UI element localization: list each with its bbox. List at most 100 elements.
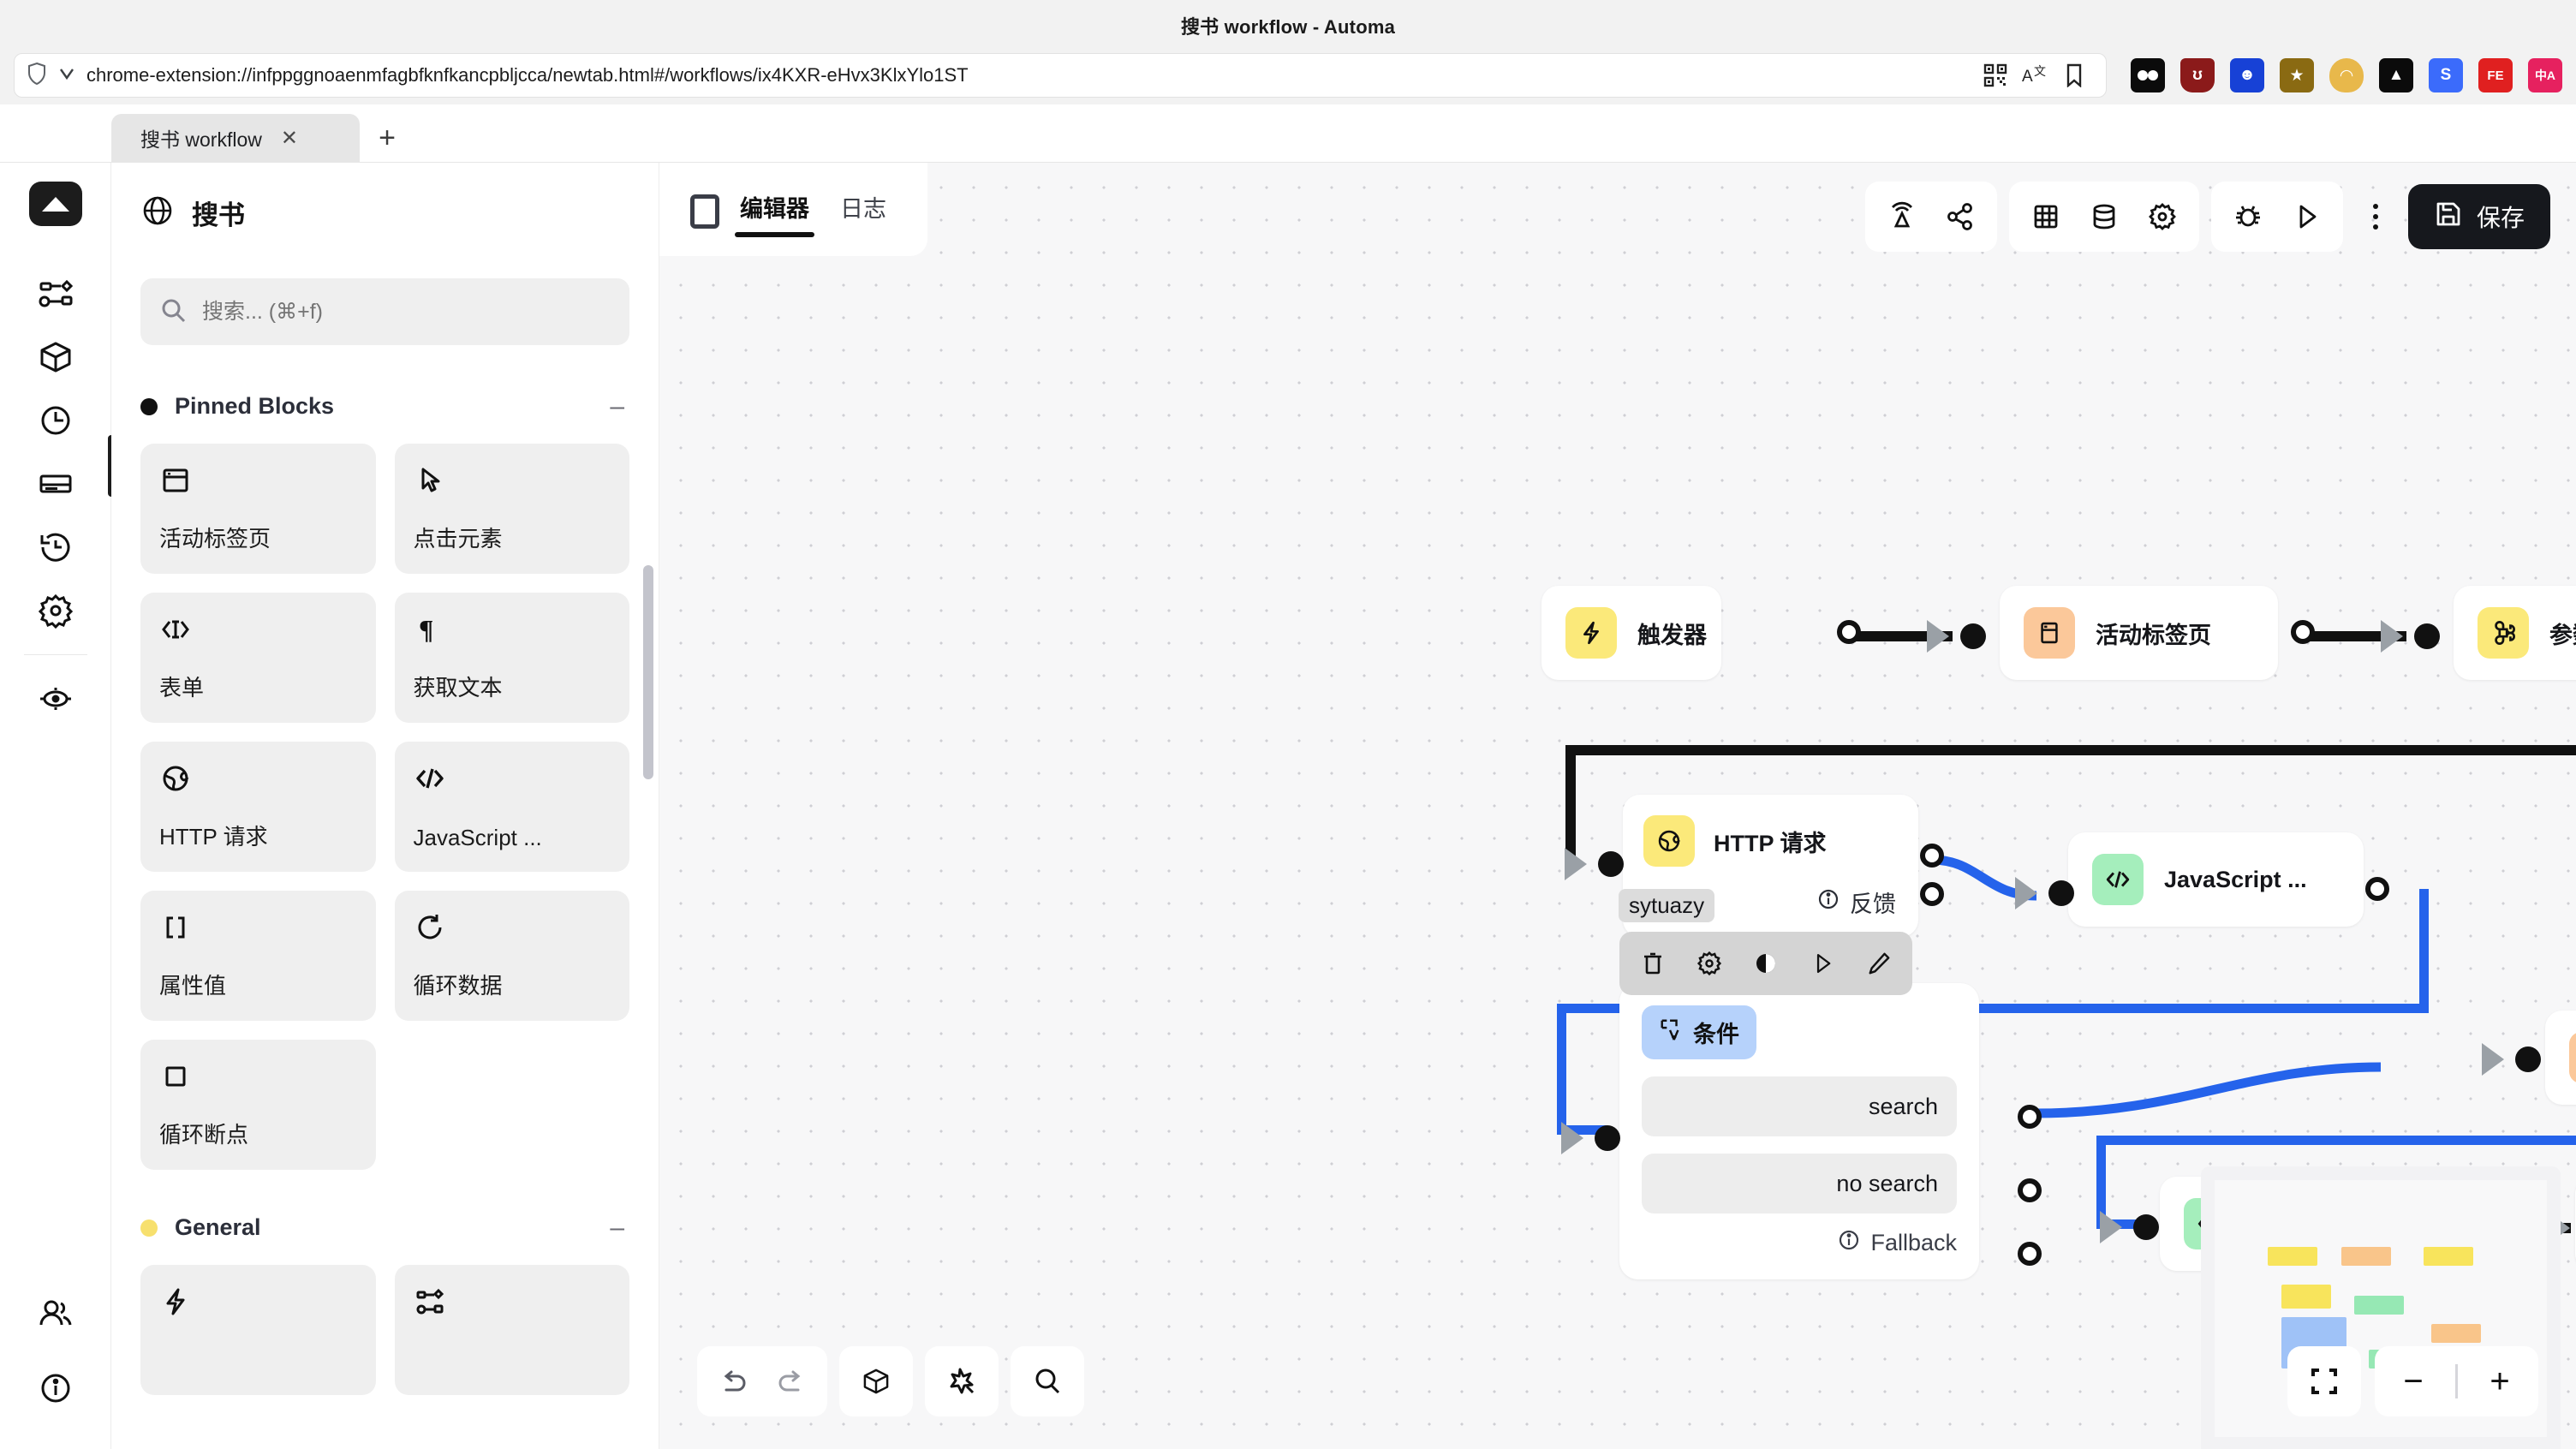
toggle-icon[interactable] <box>1741 939 1791 988</box>
sidebar-item-settings[interactable] <box>25 579 86 642</box>
play-icon[interactable] <box>2280 190 2333 243</box>
zoom-in-button[interactable]: + <box>2473 1355 2526 1408</box>
condition-branch-search[interactable]: search <box>1642 1076 1957 1136</box>
sidebar-item-community[interactable] <box>25 1281 86 1345</box>
pencil-icon[interactable] <box>1854 939 1904 988</box>
automa-extension-icon[interactable]: ▲ <box>2379 58 2413 92</box>
block-http-request[interactable]: HTTP 请求 <box>140 742 376 872</box>
close-icon[interactable]: ✕ <box>281 126 298 151</box>
chevron-down-icon[interactable] <box>57 64 76 87</box>
new-tab-button[interactable]: + <box>363 114 411 162</box>
condition-fallback[interactable]: Fallback <box>1642 1229 1957 1257</box>
handle-cond-in[interactable] <box>1595 1125 1620 1151</box>
handle-cond-out-nosearch[interactable] <box>2018 1178 2042 1202</box>
handle-trigger-out[interactable] <box>1837 620 1861 644</box>
sparkle-icon[interactable] <box>935 1355 988 1408</box>
sidebar-item-storage[interactable] <box>25 452 86 516</box>
qr-code-icon[interactable] <box>1976 56 2015 95</box>
handle-http-out-fallback[interactable] <box>1920 882 1944 906</box>
handle-cond-out-search[interactable] <box>2018 1105 2042 1129</box>
bitwarden-extension-icon[interactable]: ☻ <box>2230 58 2264 92</box>
sidebar-item-packages[interactable] <box>25 325 86 389</box>
panel-toggle-icon[interactable] <box>690 194 719 229</box>
database-icon[interactable] <box>2078 190 2131 243</box>
condition-branch-no-search[interactable]: no search <box>1642 1154 1957 1213</box>
sidebar-item-logs[interactable] <box>25 516 86 579</box>
block-javascript-code[interactable]: JavaScript ... <box>394 742 629 872</box>
search-box[interactable] <box>140 278 629 345</box>
zoom-out-button[interactable]: − <box>2387 1355 2440 1408</box>
automa-logo-icon[interactable] <box>28 182 82 226</box>
node-javascript-code[interactable]: JavaScript ... <box>2068 832 2364 927</box>
translate-icon[interactable]: A文 <box>2015 56 2054 95</box>
block-form[interactable]: 表单 <box>140 593 376 723</box>
bucket-extension-icon[interactable]: ◠ <box>2329 58 2364 92</box>
redo-icon[interactable] <box>764 1355 817 1408</box>
fit-view-icon[interactable] <box>2298 1355 2351 1408</box>
handle-http-out-success[interactable] <box>1920 844 1944 868</box>
more-vertical-icon[interactable] <box>2355 190 2396 243</box>
handle-js-in[interactable] <box>2048 880 2074 906</box>
node-trigger[interactable]: 触发器 <box>1541 586 1721 680</box>
handle-cond-out-fallback[interactable] <box>2018 1242 2042 1266</box>
panel-scrollbar[interactable] <box>643 565 653 779</box>
collapse-icon[interactable]: – <box>610 1215 624 1241</box>
block-trigger[interactable] <box>140 1265 376 1395</box>
sidebar-item-about[interactable] <box>25 1357 86 1420</box>
node-parameter-prompt[interactable]: 参数提示 <box>2454 586 2576 680</box>
svg-text:文: 文 <box>2034 64 2046 78</box>
block-get-text[interactable]: ¶ 获取文本 <box>394 593 629 723</box>
block-group-header-general[interactable]: General – <box>140 1214 629 1241</box>
browser-tab[interactable]: 搜书 workflow ✕ <box>111 114 360 162</box>
handle-http-in[interactable] <box>1598 851 1624 877</box>
handle-activetab-in[interactable] <box>1960 623 1986 649</box>
node-new-tab[interactable]: 新建标签页 <box>2545 1011 2576 1105</box>
sidebar-item-schedule[interactable] <box>25 389 86 452</box>
sidebar-item-workflows[interactable] <box>25 262 86 325</box>
gear-icon[interactable] <box>2136 190 2189 243</box>
stylus-extension-icon[interactable]: S <box>2429 58 2463 92</box>
address-bar[interactable]: chrome-extension://infppggnoaenmfagbfknf… <box>14 53 2107 98</box>
table-icon[interactable] <box>2019 190 2072 243</box>
share-icon[interactable] <box>1934 190 1987 243</box>
tab-editor[interactable]: 编辑器 <box>730 185 820 237</box>
block-group-header-pinned[interactable]: Pinned Blocks – <box>140 393 629 420</box>
dual-dot-extension-icon[interactable] <box>2131 58 2165 92</box>
browser-tab-strip: 搜书 workflow ✕ + <box>0 104 2576 163</box>
clipboard-extension-icon[interactable]: ★ <box>2280 58 2314 92</box>
antenna-icon[interactable] <box>1875 190 1929 243</box>
shield-icon <box>27 62 47 90</box>
node-condition[interactable]: 条件 search no search Fallback <box>1619 983 1979 1279</box>
gear-icon[interactable] <box>1685 939 1734 988</box>
block-loop-data[interactable]: 循环数据 <box>394 891 629 1021</box>
ublock-origin-extension-icon[interactable]: ʊ <box>2180 58 2215 92</box>
bug-icon[interactable] <box>2221 190 2275 243</box>
handle-params-in[interactable] <box>2414 623 2440 649</box>
tab-logs[interactable]: 日志 <box>830 185 897 237</box>
translate-cn-extension-icon[interactable]: 中A <box>2528 58 2562 92</box>
block-click-element[interactable]: 点击元素 <box>394 444 629 574</box>
search-icon[interactable] <box>1021 1355 1074 1408</box>
fe-helper-extension-icon[interactable]: FE <box>2478 58 2513 92</box>
undo-icon[interactable] <box>707 1355 760 1408</box>
block-execute-workflow[interactable] <box>394 1265 629 1395</box>
bookmark-icon[interactable] <box>2054 56 2094 95</box>
block-loop-breakpoint[interactable]: 循环断点 <box>140 1040 376 1170</box>
handle-form-in[interactable] <box>2133 1214 2159 1240</box>
node-active-tab[interactable]: 活动标签页 <box>2000 586 2278 680</box>
collapse-icon[interactable]: – <box>610 394 624 420</box>
panel-header: 搜书 <box>140 194 629 232</box>
svg-text:A: A <box>2022 68 2033 86</box>
play-icon[interactable] <box>1798 939 1847 988</box>
handle-js-out[interactable] <box>2365 877 2389 901</box>
block-active-tab[interactable]: 活动标签页 <box>140 444 376 574</box>
workflow-canvas[interactable]: 编辑器 日志 保存 触发器 活动标签页 参 HTTP 请求 反馈 sytuazy… <box>659 163 2576 1449</box>
search-input[interactable] <box>202 299 611 325</box>
trash-icon[interactable] <box>1628 939 1678 988</box>
package-icon[interactable] <box>850 1355 903 1408</box>
block-attribute-value[interactable]: 属性值 <box>140 891 376 1021</box>
handle-activetab-out[interactable] <box>2291 620 2315 644</box>
handle-newtab-in[interactable] <box>2515 1046 2541 1072</box>
save-button[interactable]: 保存 <box>2407 184 2550 249</box>
sidebar-item-recording[interactable] <box>25 667 86 730</box>
